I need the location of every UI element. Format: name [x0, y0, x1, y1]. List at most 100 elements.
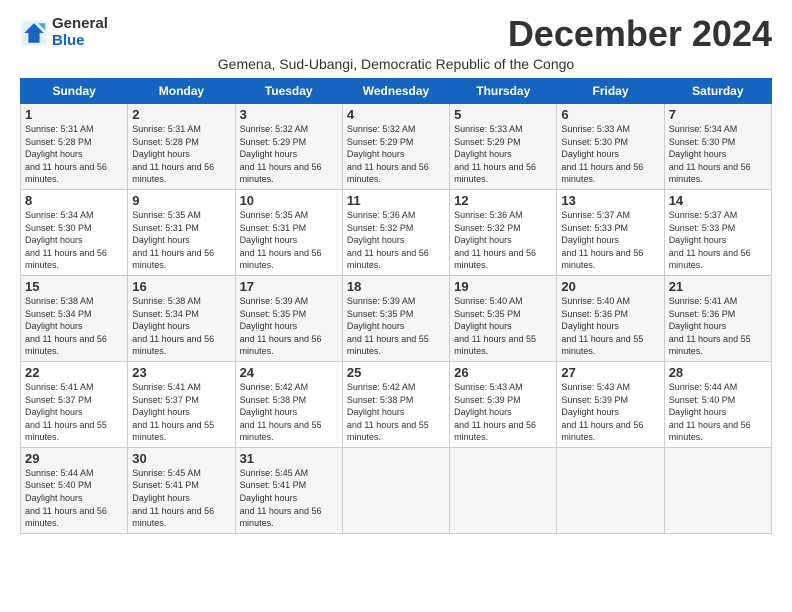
table-row: 3 Sunrise: 5:32 AMSunset: 5:29 PMDayligh… — [235, 104, 342, 190]
table-row: 2 Sunrise: 5:31 AMSunset: 5:28 PMDayligh… — [128, 104, 235, 190]
day-number: 16 — [132, 279, 230, 294]
day-number: 8 — [25, 193, 123, 208]
day-info: Sunrise: 5:39 AMSunset: 5:35 PMDaylight … — [240, 296, 322, 356]
day-info: Sunrise: 5:37 AMSunset: 5:33 PMDaylight … — [561, 210, 643, 270]
header: General Blue December 2024 — [20, 16, 772, 52]
table-row: 14 Sunrise: 5:37 AMSunset: 5:33 PMDaylig… — [664, 189, 771, 275]
table-row: 13 Sunrise: 5:37 AMSunset: 5:33 PMDaylig… — [557, 189, 664, 275]
day-number: 25 — [347, 365, 445, 380]
day-info: Sunrise: 5:32 AMSunset: 5:29 PMDaylight … — [347, 124, 429, 184]
logo-icon — [20, 19, 48, 47]
table-row: 19 Sunrise: 5:40 AMSunset: 5:35 PMDaylig… — [450, 275, 557, 361]
table-row: 21 Sunrise: 5:41 AMSunset: 5:36 PMDaylig… — [664, 275, 771, 361]
day-number: 14 — [669, 193, 767, 208]
col-wednesday: Wednesday — [342, 79, 449, 104]
table-row: 11 Sunrise: 5:36 AMSunset: 5:32 PMDaylig… — [342, 189, 449, 275]
table-row — [342, 447, 449, 533]
week-row-2: 8 Sunrise: 5:34 AMSunset: 5:30 PMDayligh… — [21, 189, 772, 275]
day-number: 24 — [240, 365, 338, 380]
day-number: 2 — [132, 107, 230, 122]
day-info: Sunrise: 5:40 AMSunset: 5:35 PMDaylight … — [454, 296, 536, 356]
day-info: Sunrise: 5:37 AMSunset: 5:33 PMDaylight … — [669, 210, 751, 270]
table-row: 30 Sunrise: 5:45 AMSunset: 5:41 PMDaylig… — [128, 447, 235, 533]
col-saturday: Saturday — [664, 79, 771, 104]
table-row: 7 Sunrise: 5:34 AMSunset: 5:30 PMDayligh… — [664, 104, 771, 190]
day-number: 6 — [561, 107, 659, 122]
day-number: 21 — [669, 279, 767, 294]
day-info: Sunrise: 5:41 AMSunset: 5:36 PMDaylight … — [669, 296, 751, 356]
day-info: Sunrise: 5:43 AMSunset: 5:39 PMDaylight … — [454, 382, 536, 442]
day-info: Sunrise: 5:44 AMSunset: 5:40 PMDaylight … — [669, 382, 751, 442]
subtitle: Gemena, Sud-Ubangi, Democratic Republic … — [20, 56, 772, 72]
day-info: Sunrise: 5:38 AMSunset: 5:34 PMDaylight … — [132, 296, 214, 356]
col-thursday: Thursday — [450, 79, 557, 104]
table-row: 9 Sunrise: 5:35 AMSunset: 5:31 PMDayligh… — [128, 189, 235, 275]
day-info: Sunrise: 5:34 AMSunset: 5:30 PMDaylight … — [669, 124, 751, 184]
day-number: 23 — [132, 365, 230, 380]
logo-line1: General — [52, 16, 108, 33]
title-area: December 2024 — [508, 16, 772, 52]
day-info: Sunrise: 5:33 AMSunset: 5:29 PMDaylight … — [454, 124, 536, 184]
day-info: Sunrise: 5:42 AMSunset: 5:38 PMDaylight … — [240, 382, 322, 442]
table-row: 8 Sunrise: 5:34 AMSunset: 5:30 PMDayligh… — [21, 189, 128, 275]
table-row: 10 Sunrise: 5:35 AMSunset: 5:31 PMDaylig… — [235, 189, 342, 275]
week-row-3: 15 Sunrise: 5:38 AMSunset: 5:34 PMDaylig… — [21, 275, 772, 361]
table-row: 16 Sunrise: 5:38 AMSunset: 5:34 PMDaylig… — [128, 275, 235, 361]
table-row: 28 Sunrise: 5:44 AMSunset: 5:40 PMDaylig… — [664, 361, 771, 447]
col-friday: Friday — [557, 79, 664, 104]
day-info: Sunrise: 5:45 AMSunset: 5:41 PMDaylight … — [132, 468, 214, 528]
day-number: 27 — [561, 365, 659, 380]
day-info: Sunrise: 5:32 AMSunset: 5:29 PMDaylight … — [240, 124, 322, 184]
table-row — [664, 447, 771, 533]
table-row: 25 Sunrise: 5:42 AMSunset: 5:38 PMDaylig… — [342, 361, 449, 447]
day-info: Sunrise: 5:36 AMSunset: 5:32 PMDaylight … — [454, 210, 536, 270]
calendar-table: Sunday Monday Tuesday Wednesday Thursday… — [20, 78, 772, 534]
table-row: 15 Sunrise: 5:38 AMSunset: 5:34 PMDaylig… — [21, 275, 128, 361]
day-number: 28 — [669, 365, 767, 380]
day-info: Sunrise: 5:35 AMSunset: 5:31 PMDaylight … — [240, 210, 322, 270]
day-info: Sunrise: 5:36 AMSunset: 5:32 PMDaylight … — [347, 210, 429, 270]
day-info: Sunrise: 5:41 AMSunset: 5:37 PMDaylight … — [132, 382, 214, 442]
day-number: 29 — [25, 451, 123, 466]
day-number: 1 — [25, 107, 123, 122]
day-info: Sunrise: 5:39 AMSunset: 5:35 PMDaylight … — [347, 296, 429, 356]
table-row: 24 Sunrise: 5:42 AMSunset: 5:38 PMDaylig… — [235, 361, 342, 447]
page: General Blue December 2024 Gemena, Sud-U… — [0, 0, 792, 544]
day-number: 17 — [240, 279, 338, 294]
table-row: 12 Sunrise: 5:36 AMSunset: 5:32 PMDaylig… — [450, 189, 557, 275]
day-number: 22 — [25, 365, 123, 380]
day-number: 5 — [454, 107, 552, 122]
day-number: 11 — [347, 193, 445, 208]
day-info: Sunrise: 5:34 AMSunset: 5:30 PMDaylight … — [25, 210, 107, 270]
day-info: Sunrise: 5:40 AMSunset: 5:36 PMDaylight … — [561, 296, 643, 356]
day-info: Sunrise: 5:43 AMSunset: 5:39 PMDaylight … — [561, 382, 643, 442]
table-row: 20 Sunrise: 5:40 AMSunset: 5:36 PMDaylig… — [557, 275, 664, 361]
day-number: 15 — [25, 279, 123, 294]
week-row-1: 1 Sunrise: 5:31 AMSunset: 5:28 PMDayligh… — [21, 104, 772, 190]
day-number: 12 — [454, 193, 552, 208]
day-number: 26 — [454, 365, 552, 380]
table-row — [450, 447, 557, 533]
day-number: 4 — [347, 107, 445, 122]
col-tuesday: Tuesday — [235, 79, 342, 104]
day-number: 7 — [669, 107, 767, 122]
day-info: Sunrise: 5:45 AMSunset: 5:41 PMDaylight … — [240, 468, 322, 528]
header-row: Sunday Monday Tuesday Wednesday Thursday… — [21, 79, 772, 104]
week-row-4: 22 Sunrise: 5:41 AMSunset: 5:37 PMDaylig… — [21, 361, 772, 447]
day-info: Sunrise: 5:38 AMSunset: 5:34 PMDaylight … — [25, 296, 107, 356]
table-row: 5 Sunrise: 5:33 AMSunset: 5:29 PMDayligh… — [450, 104, 557, 190]
day-number: 30 — [132, 451, 230, 466]
table-row: 18 Sunrise: 5:39 AMSunset: 5:35 PMDaylig… — [342, 275, 449, 361]
week-row-5: 29 Sunrise: 5:44 AMSunset: 5:40 PMDaylig… — [21, 447, 772, 533]
table-row: 1 Sunrise: 5:31 AMSunset: 5:28 PMDayligh… — [21, 104, 128, 190]
table-row: 22 Sunrise: 5:41 AMSunset: 5:37 PMDaylig… — [21, 361, 128, 447]
day-info: Sunrise: 5:33 AMSunset: 5:30 PMDaylight … — [561, 124, 643, 184]
day-info: Sunrise: 5:42 AMSunset: 5:38 PMDaylight … — [347, 382, 429, 442]
day-info: Sunrise: 5:31 AMSunset: 5:28 PMDaylight … — [132, 124, 214, 184]
day-number: 3 — [240, 107, 338, 122]
day-number: 9 — [132, 193, 230, 208]
table-row: 6 Sunrise: 5:33 AMSunset: 5:30 PMDayligh… — [557, 104, 664, 190]
table-row: 26 Sunrise: 5:43 AMSunset: 5:39 PMDaylig… — [450, 361, 557, 447]
day-number: 19 — [454, 279, 552, 294]
day-info: Sunrise: 5:41 AMSunset: 5:37 PMDaylight … — [25, 382, 107, 442]
